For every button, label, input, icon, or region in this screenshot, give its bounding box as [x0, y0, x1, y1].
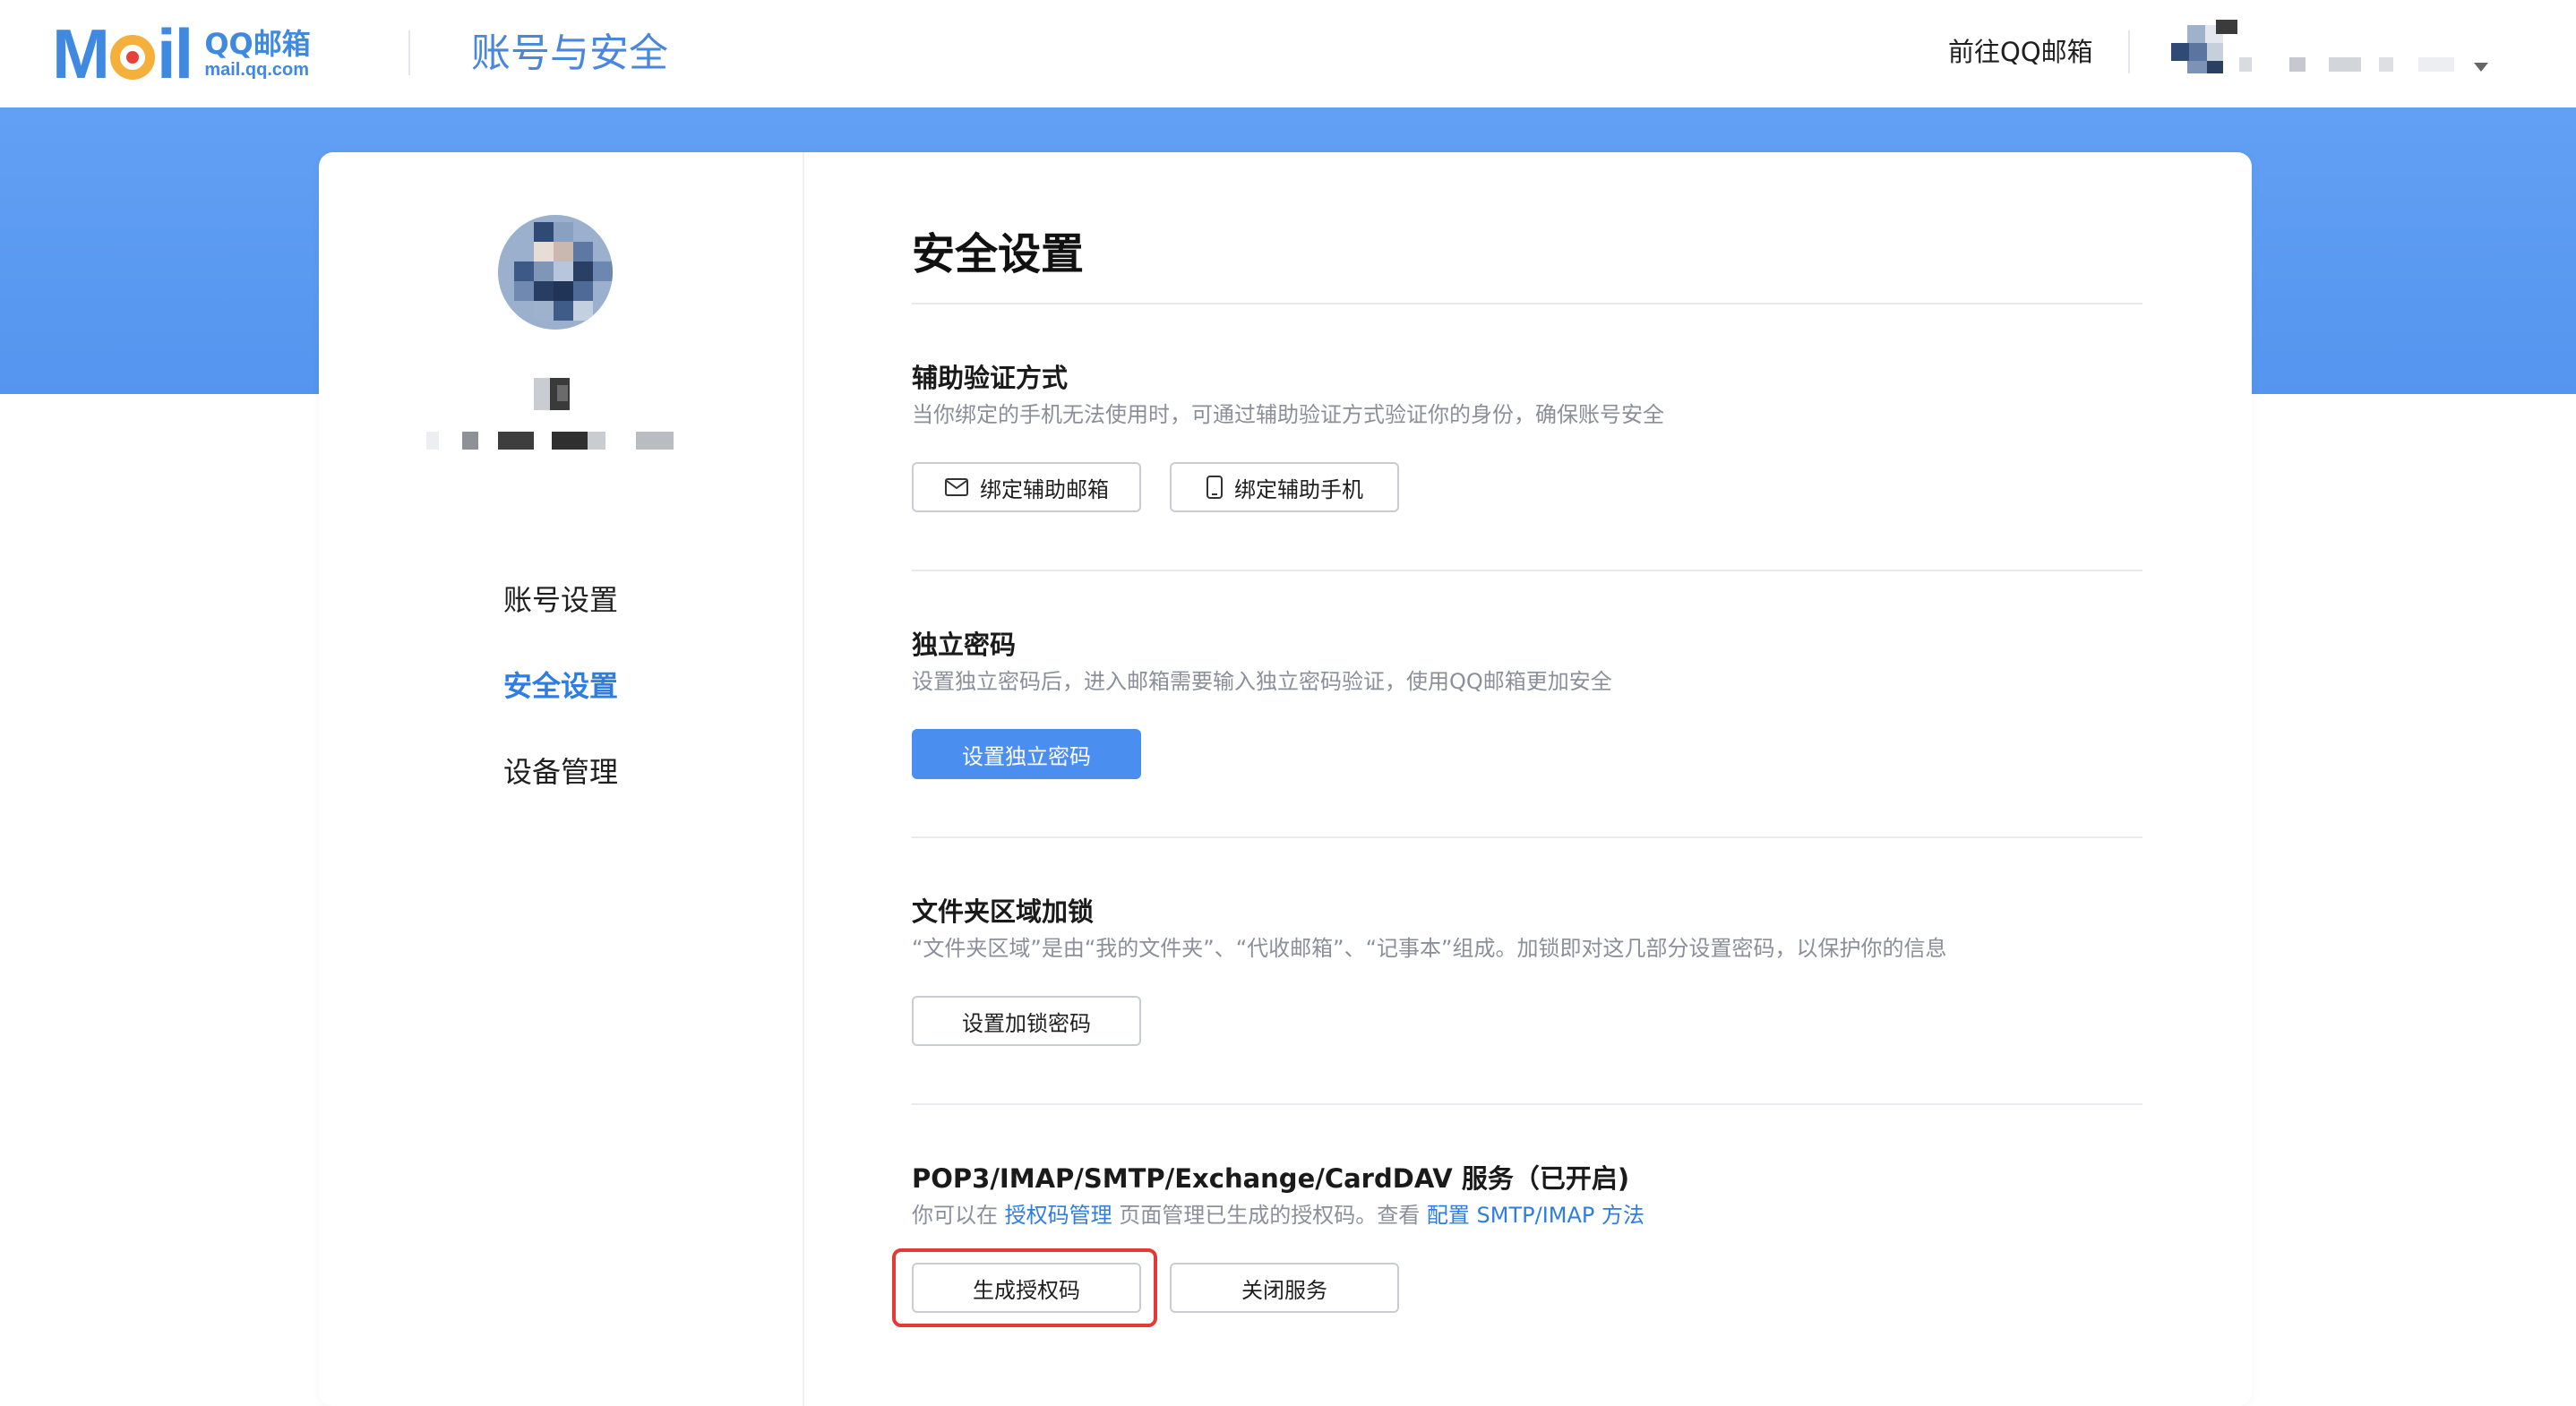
section-title-aux-verification: 辅助验证方式: [912, 363, 1069, 393]
set-lock-password-button[interactable]: 设置加锁密码: [912, 996, 1141, 1046]
sidebar-divider: [803, 152, 804, 1406]
section-desc-independent-password: 设置独立密码后，进入邮箱需要输入独立密码验证，使用QQ邮箱更加安全: [912, 669, 1612, 694]
user-avatar[interactable]: [2171, 20, 2237, 73]
highlight-annotation-box: [892, 1248, 1157, 1327]
section-desc-mail-protocols: 你可以在 授权码管理 页面管理已生成的授权码。查看 配置 SMTP/IMAP 方…: [912, 1203, 1645, 1228]
top-header: Mil QQ邮箱 mail.qq.com 账号与安全 前往QQ邮箱: [0, 0, 2576, 107]
auth-code-management-link[interactable]: 授权码管理: [1005, 1203, 1112, 1228]
profile-avatar: [498, 215, 613, 330]
close-service-button[interactable]: 关闭服务: [1170, 1263, 1399, 1313]
settings-card: 账号设置 安全设置 设备管理 安全设置 辅助验证方式 当你绑定的手机无法使用时，…: [319, 152, 2252, 1406]
section-divider: [912, 1103, 2142, 1105]
set-independent-password-button[interactable]: 设置独立密码: [912, 729, 1141, 779]
goto-mail-link[interactable]: 前往QQ邮箱: [1948, 34, 2093, 70]
header-divider: [408, 30, 410, 75]
bind-aux-phone-button[interactable]: 绑定辅助手机: [1170, 462, 1399, 512]
user-account-name[interactable]: [2239, 57, 2481, 73]
smtp-imap-config-link[interactable]: 配置 SMTP/IMAP 方法: [1427, 1203, 1644, 1228]
logo-wordmark: Mil: [52, 14, 193, 93]
sidebar-item-account-settings[interactable]: 账号设置: [319, 580, 803, 620]
title-divider: [912, 303, 2142, 304]
section-desc-aux-verification: 当你绑定的手机无法使用时，可通过辅助验证方式验证你的身份，确保账号安全: [912, 402, 1664, 427]
bind-aux-email-button[interactable]: 绑定辅助邮箱: [912, 462, 1141, 512]
section-divider: [912, 836, 2142, 838]
section-title-mail-protocols: POP3/IMAP/SMTP/Exchange/CardDAV 服务（已开启): [912, 1163, 1630, 1194]
logo-o-icon: [109, 35, 155, 80]
page-header-title: 账号与安全: [471, 30, 668, 76]
section-title-folder-lock: 文件夹区域加锁: [912, 896, 1095, 927]
section-divider: [912, 570, 2142, 571]
dropdown-caret-icon[interactable]: [2474, 63, 2488, 72]
section-desc-folder-lock: “文件夹区域”是由“我的文件夹”、“代收邮箱”、“记事本”组成。加锁即对这几部分…: [912, 936, 1947, 961]
profile-nickname: [534, 378, 588, 414]
sidebar-item-device-management[interactable]: 设备管理: [319, 752, 803, 792]
phone-icon: [1206, 475, 1224, 500]
logo-url: mail.qq.com: [204, 60, 310, 80]
page-title: 安全设置: [912, 229, 1085, 279]
logo-name: QQ邮箱: [204, 27, 311, 61]
mail-icon: [944, 477, 969, 497]
section-title-independent-password: 独立密码: [912, 630, 1017, 660]
header-divider: [2128, 30, 2130, 73]
qqmail-logo[interactable]: Mil QQ邮箱 mail.qq.com: [52, 14, 311, 93]
profile-account: [426, 432, 695, 451]
sidebar-item-security-settings[interactable]: 安全设置: [319, 666, 803, 706]
